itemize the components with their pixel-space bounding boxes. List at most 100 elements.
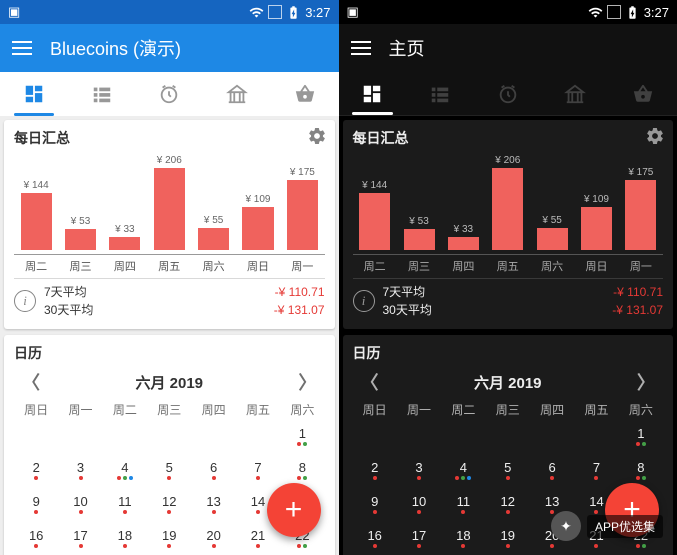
bar-cell: ¥ 144 — [353, 180, 397, 250]
bar-value-label: ¥ 206 — [495, 155, 520, 166]
calendar-day-number: 4 — [460, 460, 467, 475]
calendar-day-dots — [34, 476, 38, 480]
tab-transactions[interactable] — [406, 72, 474, 115]
tab-reminders[interactable] — [135, 72, 203, 116]
bar-value-label: ¥ 175 — [628, 167, 653, 178]
calendar-day-dots — [373, 476, 377, 480]
bar-value-label: ¥ 53 — [409, 216, 428, 227]
calendar-day[interactable]: 16 — [353, 524, 397, 555]
sim-icon — [268, 5, 282, 19]
calendar-day[interactable]: 18 — [103, 524, 147, 555]
calendar-day[interactable]: 19 — [147, 524, 191, 555]
calendar-day[interactable]: 9 — [14, 490, 58, 524]
x-tick: 周六 — [530, 255, 574, 274]
watermark-avatar: ✦ — [551, 511, 581, 541]
calendar-day[interactable]: 2 — [14, 456, 58, 490]
calendar-day[interactable]: 3 — [58, 456, 102, 490]
menu-icon[interactable] — [351, 41, 371, 55]
calendar-day[interactable]: 11 — [441, 490, 485, 524]
calendar-day[interactable]: 5 — [147, 456, 191, 490]
calendar-day[interactable]: 3 — [397, 456, 441, 490]
calendar-day-dots — [297, 476, 307, 480]
app-bar: 主页 — [339, 24, 677, 72]
calendar-day[interactable]: 11 — [103, 490, 147, 524]
tab-accounts[interactable] — [203, 72, 271, 116]
calendar-day[interactable]: 1 — [280, 422, 324, 456]
calendar-day[interactable]: 6 — [191, 456, 235, 490]
calendar-day-dots — [461, 510, 465, 514]
bar — [154, 168, 185, 250]
tab-reminders[interactable] — [474, 72, 542, 115]
calendar-dow: 周六 — [280, 397, 324, 422]
calendar-day-dots — [212, 510, 216, 514]
add-button[interactable]: + — [267, 483, 321, 537]
calendar-day[interactable]: 10 — [397, 490, 441, 524]
calendar-day-number: 5 — [166, 460, 173, 475]
tab-accounts[interactable] — [542, 72, 610, 115]
calendar-day[interactable]: 17 — [397, 524, 441, 555]
calendar-day[interactable]: 2 — [353, 456, 397, 490]
calendar-dow: 周五 — [574, 397, 618, 422]
calendar-prev[interactable]: 〈 — [18, 369, 44, 395]
tab-dashboard[interactable] — [339, 72, 407, 115]
calendar-day[interactable]: 12 — [486, 490, 530, 524]
bar — [359, 193, 390, 250]
calendar-day-number: 7 — [254, 460, 261, 475]
calendar-day-dots — [34, 510, 38, 514]
calendar-day-dots — [417, 510, 421, 514]
calendar-day[interactable]: 7 — [236, 456, 280, 490]
menu-icon[interactable] — [12, 41, 32, 55]
x-tick: 周二 — [353, 255, 397, 274]
calendar-day[interactable]: 16 — [14, 524, 58, 555]
calendar-day-number: 14 — [251, 494, 265, 509]
calendar-day[interactable]: 10 — [58, 490, 102, 524]
calendar-day[interactable]: 4 — [441, 456, 485, 490]
status-time: 3:27 — [305, 5, 330, 20]
calendar-next[interactable]: 〉 — [294, 369, 320, 395]
card-title: 每日汇总 — [14, 128, 325, 148]
calendar-day[interactable]: 1 — [619, 422, 663, 456]
info-icon[interactable]: i — [353, 290, 375, 312]
calendar-day[interactable]: 13 — [191, 490, 235, 524]
calendar-day-number: 10 — [73, 494, 87, 509]
bar-value-label: ¥ 109 — [245, 194, 270, 205]
calendar-day-number: 9 — [33, 494, 40, 509]
calendar-day[interactable]: 7 — [574, 456, 618, 490]
calendar-day[interactable]: 4 — [103, 456, 147, 490]
calendar-day[interactable]: 6 — [530, 456, 574, 490]
calendar-day[interactable]: 20 — [191, 524, 235, 555]
calendar-day-dots — [167, 544, 171, 548]
calendar-day-number: 12 — [501, 494, 515, 509]
x-tick: 周日 — [574, 255, 618, 274]
x-tick: 周三 — [397, 255, 441, 274]
avg30-label: 30天平均 — [44, 301, 93, 319]
gear-icon[interactable] — [307, 126, 327, 151]
calendar-day[interactable]: 17 — [58, 524, 102, 555]
calendar-day-number: 1 — [637, 426, 644, 441]
tab-transactions[interactable] — [68, 72, 136, 116]
calendar-day[interactable]: 19 — [486, 524, 530, 555]
bar-value-label: ¥ 109 — [584, 194, 609, 205]
tab-dashboard[interactable] — [0, 72, 68, 116]
calendar-day-number: 8 — [299, 460, 306, 475]
calendar-next[interactable]: 〉 — [633, 369, 659, 395]
avg7-value: -¥ 110.71 — [275, 283, 325, 301]
calendar-day[interactable]: 12 — [147, 490, 191, 524]
calendar-day[interactable]: 9 — [353, 490, 397, 524]
tab-budget[interactable] — [609, 72, 677, 115]
calendar-day-dots — [636, 442, 646, 446]
picture-icon: ▣ — [8, 4, 20, 20]
bar-cell: ¥ 55 — [191, 215, 235, 250]
calendar-day[interactable]: 18 — [441, 524, 485, 555]
calendar-dow: 周四 — [530, 397, 574, 422]
tab-budget[interactable] — [271, 72, 339, 116]
averages-row: i 7天平均 -¥ 110.71 30天平均 -¥ 131.07 — [353, 278, 664, 323]
bar-cell: ¥ 109 — [236, 194, 280, 250]
bar-value-label: ¥ 144 — [362, 180, 387, 191]
info-icon[interactable]: i — [14, 290, 36, 312]
gear-icon[interactable] — [645, 126, 665, 151]
status-bar: ▣ 3:27 — [339, 0, 677, 24]
bar-value-label: ¥ 55 — [542, 215, 561, 226]
calendar-prev[interactable]: 〈 — [357, 369, 383, 395]
calendar-day[interactable]: 5 — [486, 456, 530, 490]
